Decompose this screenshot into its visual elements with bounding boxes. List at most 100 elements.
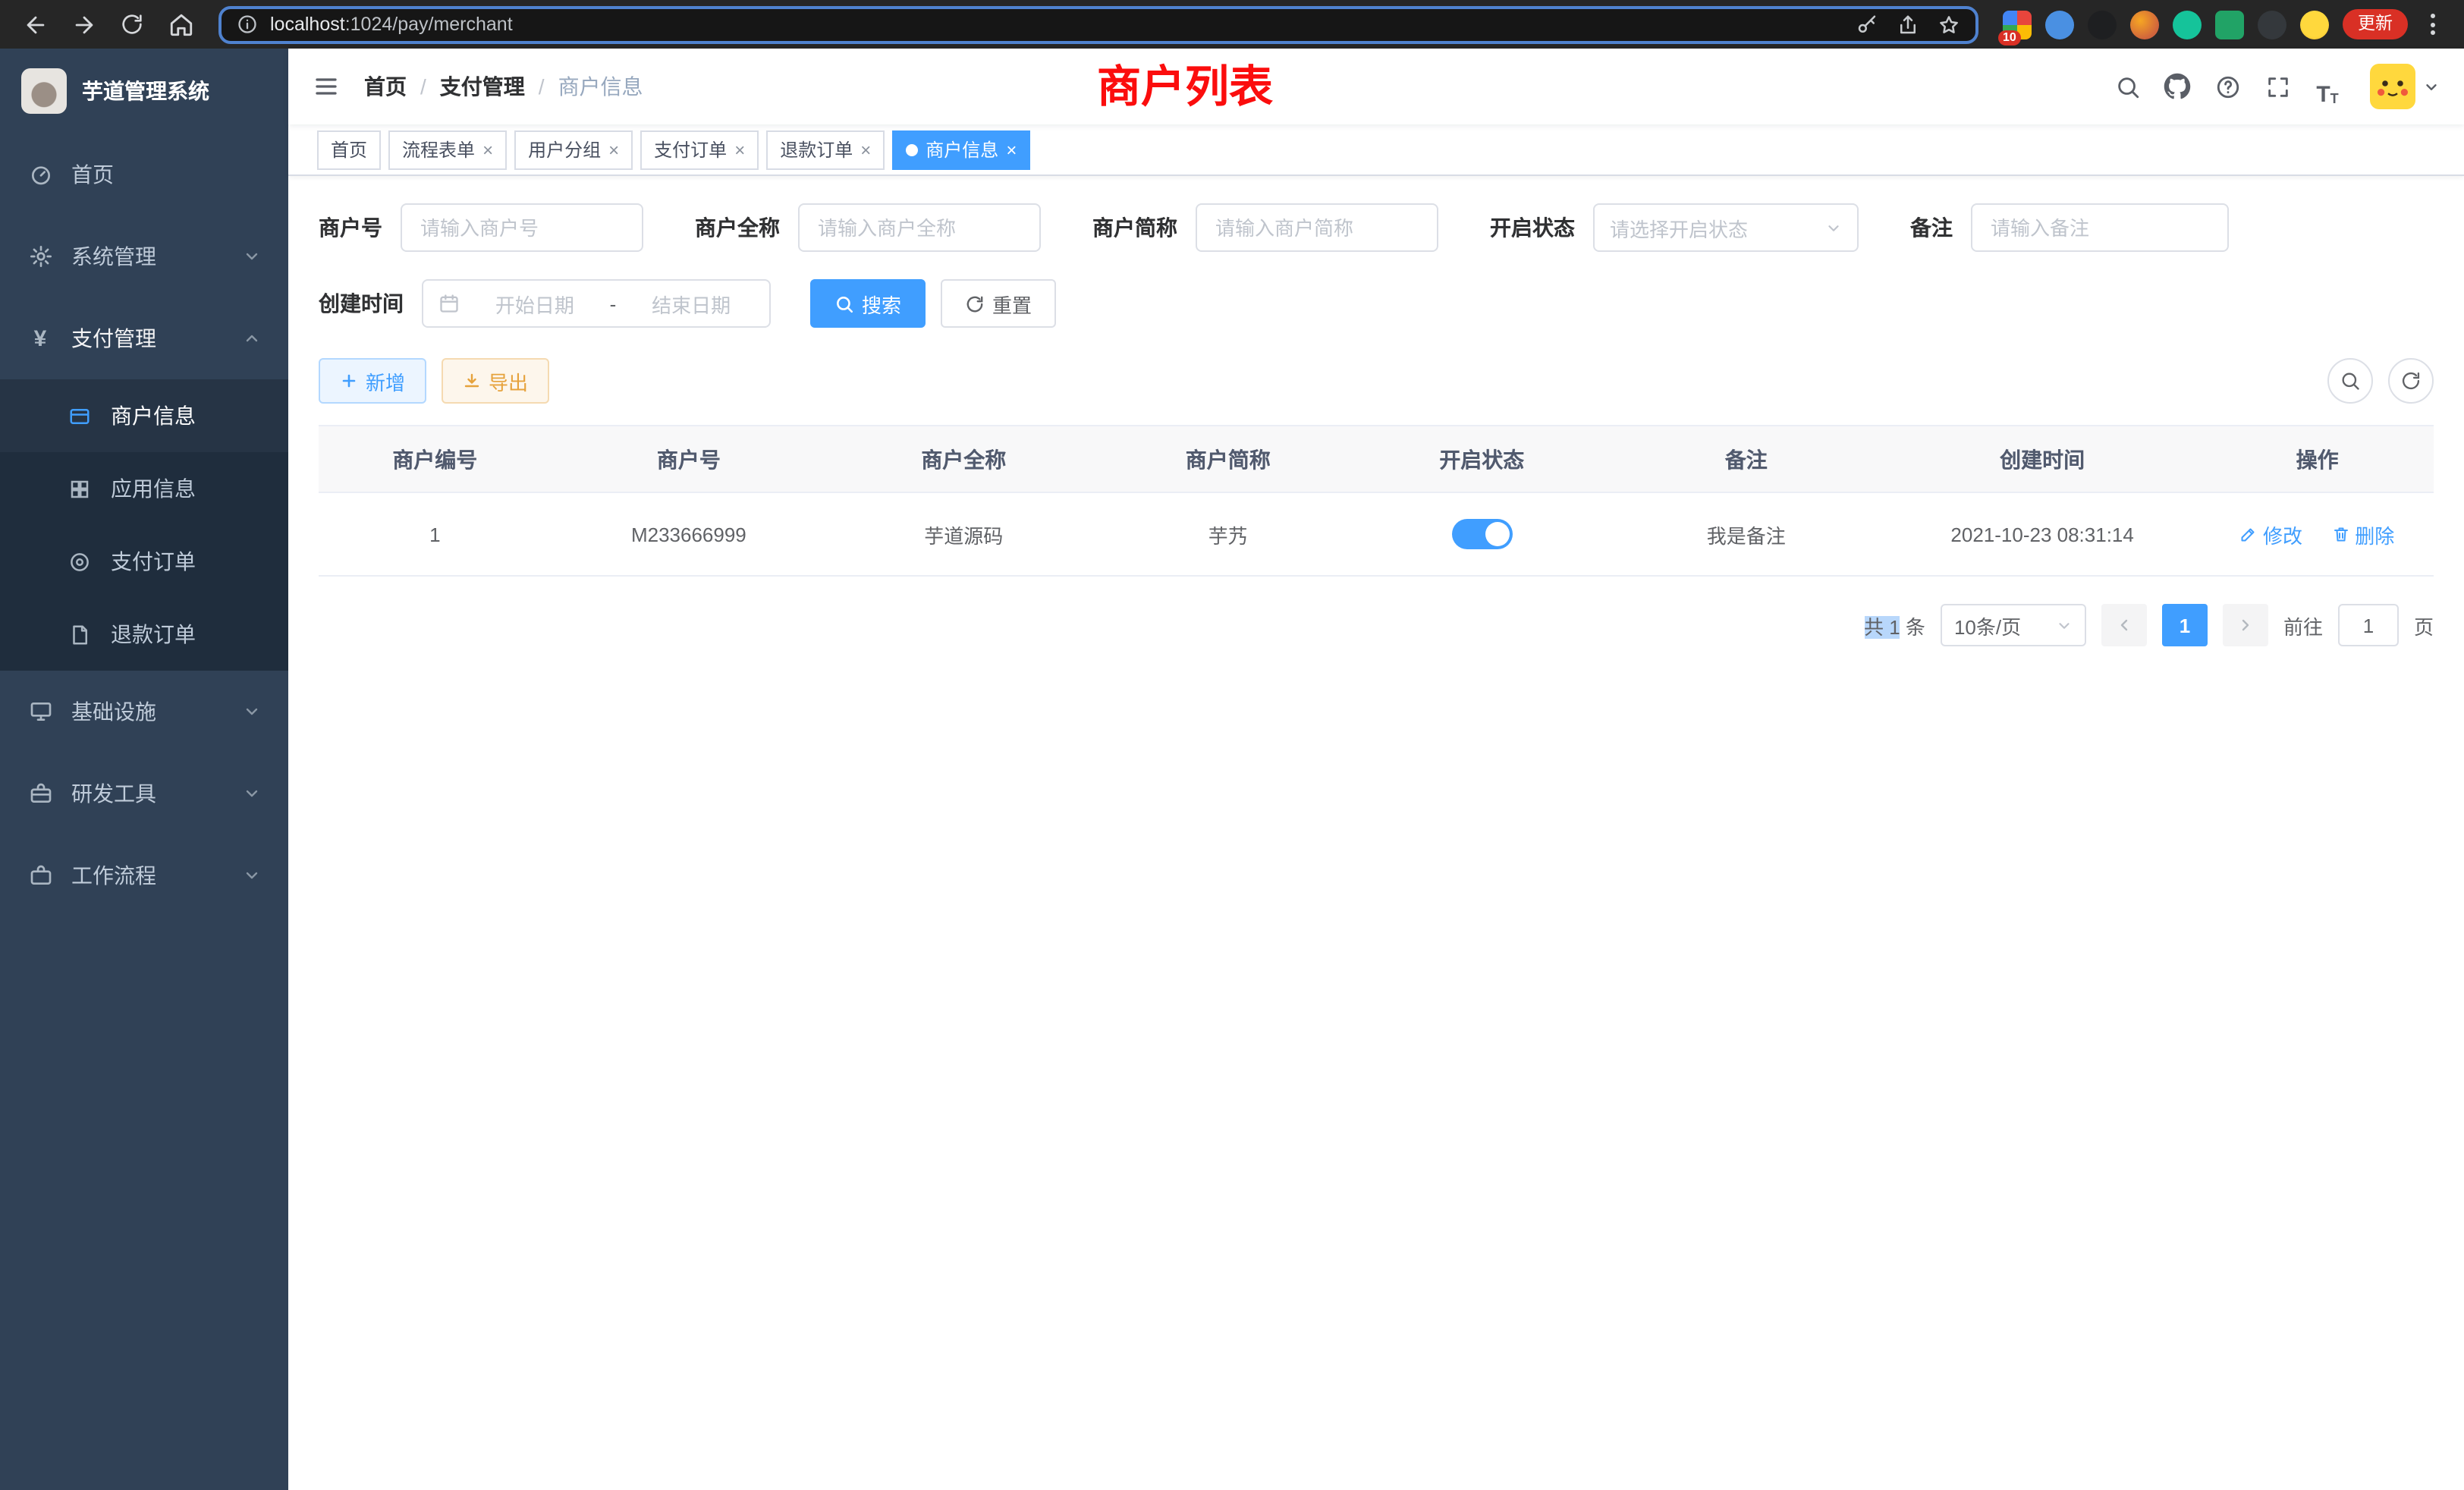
extension-icon[interactable]: 10 <box>2003 10 2032 39</box>
share-icon[interactable] <box>1897 13 1919 36</box>
remark-input[interactable] <box>1971 203 2229 252</box>
field-label: 商户号 <box>319 212 382 243</box>
filter-create-time: 创建时间 开始日期 - 结束日期 <box>319 279 771 328</box>
search-button[interactable]: 搜索 <box>810 279 926 328</box>
github-icon[interactable] <box>2158 67 2197 106</box>
status-toggle[interactable] <box>1451 519 1512 549</box>
sidebar-item-home[interactable]: 首页 <box>0 134 288 215</box>
forward-icon[interactable] <box>64 5 103 44</box>
site-info-icon[interactable] <box>237 14 258 35</box>
close-icon[interactable]: × <box>860 140 871 159</box>
logo[interactable]: 芋道管理系统 <box>0 49 288 134</box>
help-icon[interactable] <box>2208 67 2247 106</box>
column-header: 商户全称 <box>826 426 1101 492</box>
filter-remark: 备注 <box>1910 203 2229 252</box>
extension-icon[interactable] <box>2088 10 2117 39</box>
tab-process-form[interactable]: 流程表单× <box>388 130 507 169</box>
sidebar-menu: 首页 系统管理 ¥ 支付管理 <box>0 134 288 916</box>
column-header: 开启状态 <box>1355 426 1609 492</box>
page-size-select[interactable]: 10条/页 <box>1941 604 2086 646</box>
extension-icon[interactable] <box>2300 10 2329 39</box>
reload-icon[interactable] <box>112 5 152 44</box>
extension-icon[interactable] <box>2258 10 2286 39</box>
goto-page-input[interactable] <box>2338 604 2399 646</box>
breadcrumb-item[interactable]: 首页 <box>364 71 407 102</box>
page-content: 商户号 商户全称 商户简称 开启状态 请选择开启状态 <box>288 176 2464 1490</box>
sidebar-item-infra[interactable]: 基础设施 <box>0 671 288 753</box>
date-separator: - <box>610 292 617 315</box>
tab-pay-order[interactable]: 支付订单× <box>640 130 759 169</box>
tab-user-group[interactable]: 用户分组× <box>514 130 633 169</box>
field-label: 商户简称 <box>1092 212 1177 243</box>
screen: localhost:1024/pay/merchant 10 <box>0 0 2464 1490</box>
browser-update-button[interactable]: 更新 <box>2343 9 2408 39</box>
extension-icon[interactable] <box>2045 10 2074 39</box>
active-dot <box>906 143 918 156</box>
top-navbar: 首页 / 支付管理 / 商户信息 <box>288 49 2464 124</box>
short-name-input[interactable] <box>1196 203 1438 252</box>
bookmark-star-icon[interactable] <box>1938 13 1960 36</box>
extension-icon[interactable] <box>2130 10 2159 39</box>
refresh-button[interactable] <box>2388 358 2434 404</box>
column-header: 操作 <box>2201 426 2434 492</box>
sidebar-item-payment[interactable]: ¥ 支付管理 <box>0 297 288 379</box>
prev-page-button[interactable] <box>2101 604 2147 646</box>
full-name-input[interactable] <box>798 203 1041 252</box>
sidebar-subitem-label: 应用信息 <box>111 473 196 504</box>
sidebar-subitem-label: 支付订单 <box>111 546 196 577</box>
browser-menu-icon[interactable] <box>2422 9 2443 39</box>
breadcrumb-item[interactable]: 支付管理 <box>440 71 525 102</box>
extension-icon[interactable] <box>2173 10 2202 39</box>
page-number-button[interactable]: 1 <box>2162 604 2208 646</box>
table-header-row: 商户编号 商户号 商户全称 商户简称 开启状态 备注 创建时间 操作 <box>319 426 2434 492</box>
tab-merchant-info[interactable]: 商户信息× <box>892 130 1030 169</box>
tab-home[interactable]: 首页 <box>317 130 381 169</box>
sidebar-subitem-pay-order[interactable]: 支付订单 <box>0 525 288 598</box>
close-icon[interactable]: × <box>608 140 619 159</box>
reset-button[interactable]: 重置 <box>941 279 1056 328</box>
search-icon[interactable] <box>2107 67 2147 106</box>
calendar-icon <box>438 293 460 314</box>
hide-search-button[interactable] <box>2327 358 2373 404</box>
home-icon[interactable] <box>161 5 200 44</box>
reset-button-label: 重置 <box>992 289 1032 318</box>
payment-submenu: 商户信息 应用信息 支付订单 <box>0 379 288 671</box>
url-path: :1024/pay/merchant <box>345 14 513 35</box>
back-icon[interactable] <box>15 5 55 44</box>
column-header: 商户简称 <box>1102 426 1356 492</box>
sidebar-item-label: 工作流程 <box>71 860 156 891</box>
monitor-icon <box>27 699 53 724</box>
sidebar-subitem-merchant-info[interactable]: 商户信息 <box>0 379 288 452</box>
extension-icon[interactable] <box>2215 10 2244 39</box>
avatar[interactable] <box>2370 64 2415 109</box>
create-time-range-picker[interactable]: 开始日期 - 结束日期 <box>422 279 771 328</box>
sidebar-item-label: 支付管理 <box>71 323 156 354</box>
password-key-icon[interactable] <box>1856 13 1878 36</box>
merchant-no-input[interactable] <box>401 203 643 252</box>
sidebar-subitem-app-info[interactable]: 应用信息 <box>0 452 288 525</box>
filter-status: 开启状态 请选择开启状态 <box>1490 203 1859 252</box>
font-size-icon[interactable]: TT <box>2308 67 2347 106</box>
font-size-large-glyph: T <box>2316 83 2330 106</box>
chevron-up-icon <box>243 329 261 347</box>
export-button[interactable]: 导出 <box>442 358 549 404</box>
delete-link[interactable]: 删除 <box>2332 520 2394 549</box>
address-bar[interactable]: localhost:1024/pay/merchant <box>218 5 1978 43</box>
sidebar-item-system[interactable]: 系统管理 <box>0 215 288 297</box>
sidebar-item-dev-tools[interactable]: 研发工具 <box>0 753 288 835</box>
status-select[interactable]: 请选择开启状态 <box>1593 203 1859 252</box>
close-icon[interactable]: × <box>1006 140 1017 159</box>
sidebar-item-workflow[interactable]: 工作流程 <box>0 835 288 916</box>
sidebar-subitem-refund-order[interactable]: 退款订单 <box>0 598 288 671</box>
fullscreen-icon[interactable] <box>2258 67 2297 106</box>
hamburger-icon[interactable] <box>313 73 340 100</box>
next-page-button[interactable] <box>2223 604 2268 646</box>
user-menu[interactable] <box>2370 64 2440 109</box>
close-icon[interactable]: × <box>482 140 493 159</box>
add-button[interactable]: 新增 <box>319 358 426 404</box>
tab-refund-order[interactable]: 退款订单× <box>766 130 885 169</box>
edit-link[interactable]: 修改 <box>2240 520 2302 549</box>
field-label: 备注 <box>1910 212 1953 243</box>
close-icon[interactable]: × <box>734 140 745 159</box>
merchant-table: 商户编号 商户号 商户全称 商户简称 开启状态 备注 创建时间 操作 1 <box>319 425 2434 577</box>
